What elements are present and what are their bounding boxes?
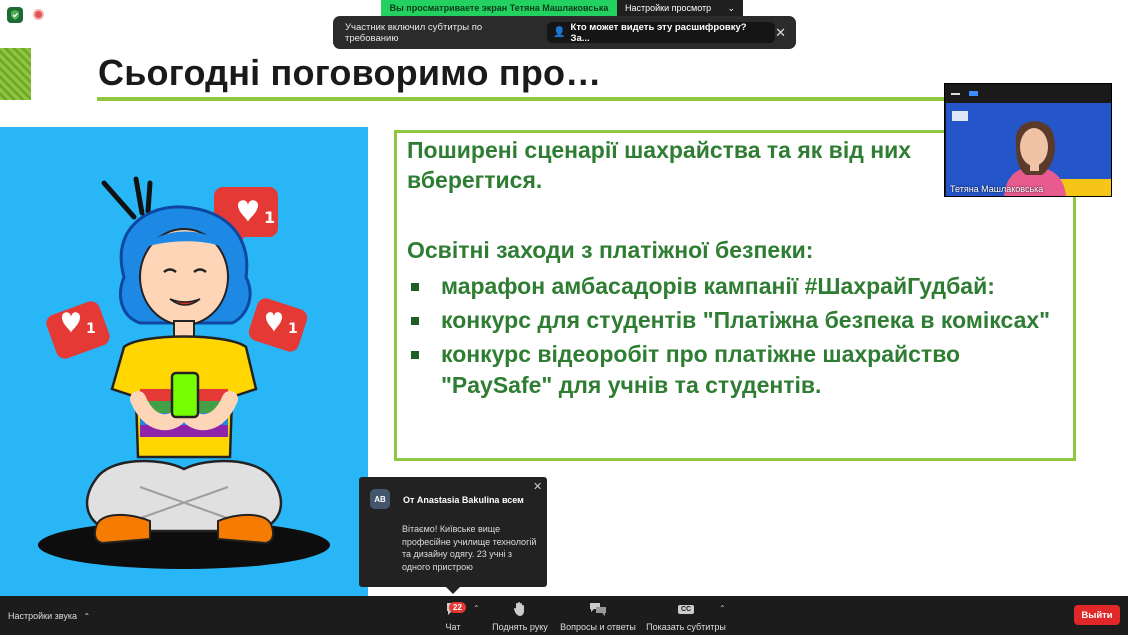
raise-hand-label: Поднять руку: [492, 622, 548, 632]
bullet-list: марафон амбасадорів кампанії #ШахрайГудб…: [409, 271, 1059, 404]
raise-hand-button[interactable]: Поднять руку: [490, 600, 550, 632]
view-mode-icon[interactable]: [969, 91, 978, 96]
captions-notification: Участник включил субтитры по требованию …: [333, 16, 796, 49]
bullet-item: марафон амбасадорів кампанії #ШахрайГудб…: [409, 271, 1059, 302]
svg-text:1: 1: [264, 208, 275, 227]
svg-text:1: 1: [86, 321, 96, 337]
chevron-up-icon: ⌃: [83, 612, 91, 621]
bullet-square-icon: [411, 351, 419, 359]
view-options-button[interactable]: Настройки просмотр ⌄: [617, 0, 743, 16]
who-can-see-label: Кто может видеть эту расшифровку? За...: [570, 21, 747, 44]
closed-captions-icon: CC: [677, 600, 695, 618]
chat-sender: От Anastasia Bakulina всем: [403, 495, 524, 505]
scenarios-heading: Поширені сценарії шахрайства та як від н…: [407, 137, 912, 193]
title-underline: [97, 97, 947, 101]
avatar: AB: [370, 489, 390, 509]
meeting-toolbar: Настройки звука ⌃ 22 Чат ⌃ Поднять руку …: [0, 596, 1128, 635]
minimize-icon[interactable]: [951, 92, 960, 95]
slide-title: Сьогодні поговоримо про…: [98, 52, 602, 93]
participant-name: Тетяна Машлаковська: [950, 184, 1044, 194]
raised-hand-icon: [513, 600, 527, 618]
decorative-green-pattern: [0, 48, 31, 100]
unread-count-badge: 22: [449, 602, 466, 613]
security-shield-icon[interactable]: [7, 7, 23, 23]
audio-settings-label: Настройки звука: [8, 611, 77, 621]
svg-text:1: 1: [288, 321, 298, 337]
who-can-see-transcript-button[interactable]: 👤 Кто может видеть эту расшифровку? За..…: [547, 21, 776, 44]
qa-label: Вопросы и ответы: [560, 622, 636, 632]
chat-label: Чат: [445, 622, 461, 632]
bullet-item: конкурс для студентів "Платіжна безпека …: [409, 305, 1059, 336]
qa-bubbles-icon: [589, 600, 607, 618]
popup-pointer: [446, 587, 460, 594]
recording-indicator-icon[interactable]: [33, 9, 44, 20]
chat-button[interactable]: 22 Чат: [439, 600, 467, 632]
view-options-label: Настройки просмотр: [625, 3, 712, 13]
bullet-square-icon: [411, 283, 419, 291]
chat-message: Вітаємо! Київське вище професійне училищ…: [402, 524, 537, 572]
participant-video-tile[interactable]: Тетяна Машлаковська: [944, 83, 1112, 197]
chat-notification-popup[interactable]: AB От Anastasia Bakulina всем ✕ Вітаємо!…: [359, 477, 547, 594]
captions-message: Участник включил субтитры по требованию: [345, 21, 483, 44]
chevron-up-icon[interactable]: ⌃: [719, 604, 726, 613]
show-captions-label: Показать субтитры: [646, 622, 726, 632]
people-icon: 👤: [553, 27, 566, 38]
participant-video: Тетяна Машлаковська: [946, 103, 1111, 196]
show-captions-button[interactable]: CC Показать субтитры: [646, 600, 726, 632]
close-icon[interactable]: ✕: [775, 25, 786, 41]
bullet-square-icon: [411, 317, 419, 325]
leave-meeting-button[interactable]: Выйти: [1074, 605, 1120, 625]
close-icon[interactable]: ✕: [533, 480, 542, 493]
chevron-down-icon: ⌄: [727, 2, 735, 13]
girl-with-phone-illustration: 1 1 1: [0, 127, 368, 596]
screen-share-banner: Вы просматриваете экран Тетяна Машлаковс…: [381, 0, 743, 16]
audio-settings-button[interactable]: Настройки звука ⌃: [8, 611, 90, 621]
bullet-item: конкурс відеоробіт про платіжне шахрайст…: [409, 339, 1059, 401]
video-tile-controls: [945, 84, 1111, 103]
chevron-up-icon[interactable]: ⌃: [473, 604, 480, 613]
qa-button[interactable]: Вопросы и ответы: [560, 600, 636, 632]
viewing-screen-label: Вы просматриваете экран Тетяна Машлаковс…: [381, 0, 617, 16]
education-heading: Освітні заходи з платіжної безпеки:: [407, 237, 814, 263]
